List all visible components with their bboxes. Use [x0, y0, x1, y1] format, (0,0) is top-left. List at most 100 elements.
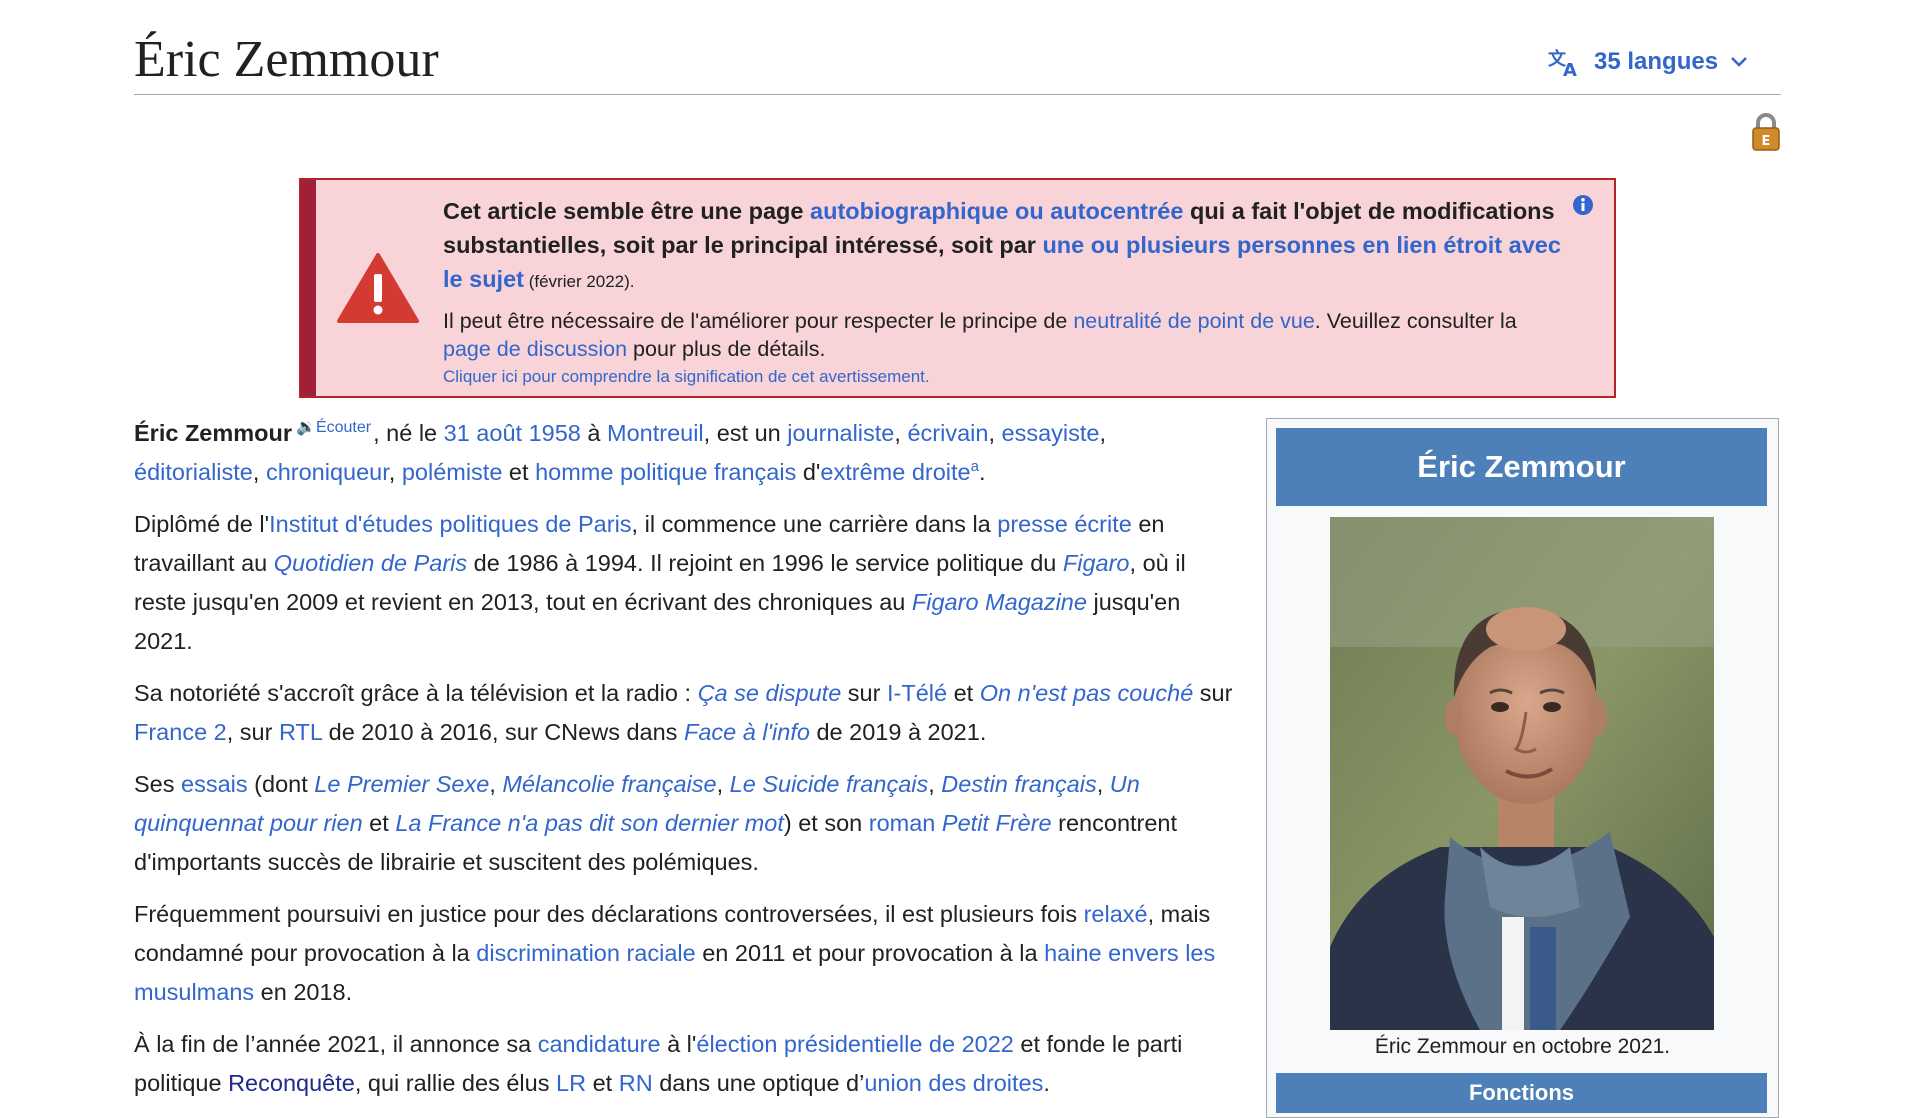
text: , est un — [703, 420, 788, 446]
article-link[interactable]: Institut d'études politiques de Paris — [269, 511, 631, 537]
text: , qui rallie des élus — [354, 1070, 556, 1096]
banner-text: pour plus de détails. — [627, 337, 826, 361]
banner-body: Il peut être nécessaire de l'améliorer p… — [443, 307, 1563, 363]
article-link[interactable]: I-Télé — [887, 680, 947, 706]
text: et — [586, 1070, 619, 1096]
article-link[interactable]: RN — [619, 1070, 653, 1096]
portrait-photo[interactable] — [1330, 517, 1714, 1030]
article-link[interactable]: RTL — [279, 719, 322, 745]
paragraph-intro: Éric Zemmour 🔉Écouter, né le 31 août 1958… — [134, 419, 1106, 485]
text: et — [362, 810, 396, 836]
infobox-title: Éric Zemmour — [1276, 428, 1767, 506]
footnote-ref[interactable]: a — [971, 458, 979, 475]
article-link[interactable]: écrivain — [907, 420, 988, 446]
banner-explanation-link[interactable]: Cliquer ici pour comprendre la significa… — [443, 365, 1563, 389]
neutrality-link[interactable]: neutralité de point de vue — [1073, 309, 1314, 333]
article-link[interactable]: extrême droite — [820, 459, 970, 485]
article-link[interactable]: Le Suicide français — [730, 771, 929, 797]
paragraph-politics: À la fin de l’année 2021, il annonce sa … — [134, 1025, 1234, 1103]
listen-control[interactable]: 🔉Écouter — [296, 419, 371, 436]
text: À la fin de l’année 2021, il annonce sa — [134, 1031, 538, 1057]
language-selector-button[interactable]: 文 A 35 langues — [1548, 44, 1748, 80]
page-title: Éric Zemmour — [134, 31, 439, 88]
article-link[interactable]: élection présidentielle de 2022 — [696, 1031, 1013, 1057]
paragraph-justice: Fréquemment poursuivi en justice pour de… — [134, 895, 1234, 1012]
banner-text: . Veuillez consulter la — [1314, 309, 1517, 333]
article-link[interactable]: Quotidien de Paris — [274, 550, 467, 576]
text: Sa notoriété s'accroît grâce à la télévi… — [134, 680, 698, 706]
text: Ses — [134, 771, 182, 797]
text: Fréquemment poursuivi en justice pour de… — [134, 901, 1084, 927]
article-link[interactable]: presse écrite — [997, 511, 1132, 537]
chevron-down-icon — [1730, 56, 1748, 68]
text: en 2011 et pour provocation à la — [695, 940, 1045, 966]
info-icon[interactable] — [1572, 194, 1594, 221]
article-link[interactable]: roman — [869, 810, 936, 836]
article-link[interactable]: LR — [556, 1070, 586, 1096]
article-link[interactable]: homme politique français — [535, 459, 796, 485]
article-link[interactable]: Face à l'info — [684, 719, 810, 745]
text: et — [947, 680, 980, 706]
lock-icon[interactable]: E — [1751, 112, 1781, 157]
discussion-page-link[interactable]: page de discussion — [443, 337, 627, 361]
svg-text:A: A — [1563, 60, 1577, 77]
text: de 2010 à 2016, sur CNews dans — [322, 719, 684, 745]
text: (dont — [247, 771, 315, 797]
languages-label: 35 langues — [1594, 48, 1719, 75]
text: , sur — [226, 719, 279, 745]
text: à l' — [660, 1031, 697, 1057]
article-link[interactable]: France 2 — [134, 719, 227, 745]
article-link[interactable]: journaliste — [787, 420, 894, 446]
article-link[interactable]: candidature — [538, 1031, 661, 1057]
paragraph-media: Sa notoriété s'accroît grâce à la télévi… — [134, 674, 1234, 752]
infobox: Éric Zemmour Éric Zemmour en octobre 202… — [1266, 418, 1779, 1118]
article-link[interactable]: Reconquête — [228, 1070, 355, 1096]
article-link[interactable]: Le Premier Sexe — [314, 771, 489, 797]
birthplace-link[interactable]: Montreuil — [607, 420, 704, 446]
autobiography-warning-banner: Cet article semble être une page autobio… — [299, 178, 1616, 398]
article-link[interactable]: essais — [181, 771, 248, 797]
text: en 2018. — [254, 979, 353, 1005]
subject-name: Éric Zemmour — [134, 420, 293, 446]
article-link[interactable]: discrimination raciale — [476, 940, 695, 966]
article-link[interactable]: éditorialiste — [134, 459, 253, 485]
article-link[interactable]: Figaro Magazine — [912, 589, 1087, 615]
article-link[interactable]: Mélancolie française — [502, 771, 716, 797]
article-link[interactable]: Ça se dispute — [698, 680, 842, 706]
article-link[interactable]: On n'est pas couché — [980, 680, 1194, 706]
text: et — [502, 459, 536, 485]
text: d' — [796, 459, 821, 485]
article-link[interactable]: Petit Frère — [942, 810, 1052, 836]
banner-text: Cet article semble être une page — [443, 198, 811, 224]
title-divider — [134, 94, 1781, 95]
article-link[interactable]: La France n'a pas dit son dernier mot — [395, 810, 784, 836]
text: sur — [1193, 680, 1233, 706]
text: à — [580, 420, 607, 446]
article-link[interactable]: chroniqueur — [266, 459, 389, 485]
article-link[interactable]: relaxé — [1084, 901, 1148, 927]
text: dans une optique d’ — [652, 1070, 865, 1096]
infobox-section-header: Fonctions — [1276, 1073, 1767, 1113]
photo-caption: Éric Zemmour en octobre 2021. — [1374, 1035, 1671, 1058]
svg-text:E: E — [1762, 134, 1771, 149]
article-body: Éric Zemmour 🔉Écouter, né le 31 août 1958… — [134, 414, 1234, 1116]
text: sur — [841, 680, 887, 706]
text: de 1986 à 1994. Il rejoint en 1996 le se… — [467, 550, 1063, 576]
autobiographique-link[interactable]: autobiographique ou autocentrée — [810, 198, 1183, 224]
article-link[interactable]: union des droites — [864, 1070, 1043, 1096]
text: Diplômé de l' — [134, 511, 270, 537]
text: . — [978, 459, 986, 485]
banner-date: (février 2022). — [523, 272, 635, 291]
paragraph-career: Diplômé de l'Institut d'études politique… — [134, 505, 1234, 661]
text: , il commence une carrière dans la — [631, 511, 998, 537]
article-link[interactable]: Destin français — [941, 771, 1096, 797]
listen-link[interactable]: Écouter — [316, 419, 371, 436]
article-link[interactable]: polémiste — [402, 459, 503, 485]
banner-headline: Cet article semble être une page autobio… — [443, 194, 1563, 299]
speaker-icon: 🔉 — [296, 419, 316, 436]
text: , né le — [373, 420, 444, 446]
article-link[interactable]: Figaro — [1063, 550, 1130, 576]
birth-date-link[interactable]: 31 août 1958 — [444, 420, 581, 446]
article-link[interactable]: essayiste — [1002, 420, 1100, 446]
warning-icon — [337, 252, 419, 329]
